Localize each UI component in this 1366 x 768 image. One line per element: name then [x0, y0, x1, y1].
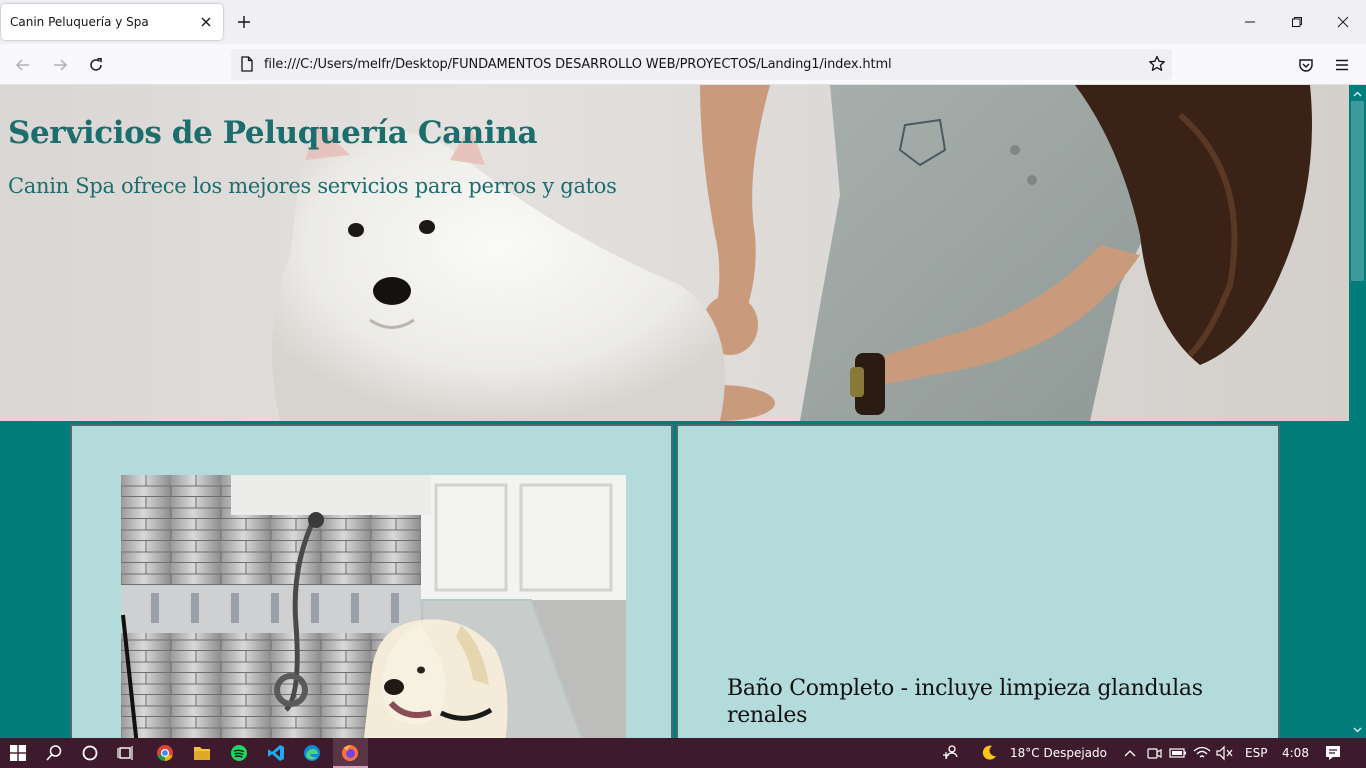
edge-icon[interactable]	[300, 741, 324, 765]
people-icon[interactable]	[938, 741, 962, 765]
page-icon	[240, 56, 254, 77]
spotify-icon[interactable]	[227, 741, 251, 765]
close-tab-icon[interactable]	[197, 13, 215, 31]
dog-bath-photo	[121, 475, 626, 738]
page-scrollbar[interactable]	[1349, 85, 1366, 738]
forward-icon[interactable]	[48, 53, 72, 77]
service-description: Baño Completo - incluye limpieza glandul…	[727, 676, 1203, 728]
hero-banner: Servicios de Peluquería Canina Canin Spa…	[0, 85, 1349, 421]
cortana-icon[interactable]	[78, 741, 102, 765]
close-window-icon[interactable]	[1331, 10, 1355, 34]
language-indicator[interactable]: ESP	[1245, 746, 1267, 760]
minimize-icon[interactable]	[1238, 10, 1262, 34]
restore-icon[interactable]	[1285, 10, 1309, 34]
moon-weather-icon	[977, 741, 1001, 765]
chrome-icon[interactable]	[153, 741, 177, 765]
firefox-icon[interactable]	[338, 741, 362, 765]
clock-time[interactable]: 4:08	[1282, 746, 1309, 760]
scroll-up-icon[interactable]	[1352, 88, 1363, 99]
battery-icon[interactable]	[1166, 741, 1190, 765]
vscode-icon[interactable]	[264, 741, 288, 765]
address-bar[interactable]: file:///C:/Users/melfr/Desktop/FUNDAMENT…	[231, 49, 1172, 80]
scrollbar-thumb[interactable]	[1351, 101, 1364, 281]
search-icon[interactable]	[42, 741, 66, 765]
volume-muted-icon[interactable]	[1213, 741, 1237, 765]
windows-taskbar: 18°C Despejado ESP 4:08	[0, 738, 1366, 768]
pocket-icon[interactable]	[1294, 53, 1318, 77]
weather-text[interactable]: 18°C Despejado	[1010, 746, 1107, 760]
bookmark-star-icon[interactable]	[1148, 55, 1166, 78]
back-icon[interactable]	[11, 53, 35, 77]
new-tab-icon[interactable]	[233, 11, 255, 33]
hero-title: Servicios de Peluquería Canina	[8, 115, 538, 151]
scroll-down-icon[interactable]	[1352, 724, 1363, 735]
reload-icon[interactable]	[84, 53, 108, 77]
notifications-icon[interactable]	[1321, 741, 1345, 765]
file-explorer-icon[interactable]	[190, 741, 214, 765]
meet-now-icon[interactable]	[1142, 741, 1166, 765]
wifi-icon[interactable]	[1190, 741, 1214, 765]
service-card-text: Baño Completo - incluye limpieza glandul…	[676, 424, 1280, 738]
url-text: file:///C:/Users/melfr/Desktop/FUNDAMENT…	[264, 57, 892, 72]
chevron-up-icon[interactable]	[1118, 741, 1142, 765]
page-viewport: Servicios de Peluquería Canina Canin Spa…	[0, 85, 1349, 738]
task-view-icon[interactable]	[114, 741, 138, 765]
service-card-image	[70, 424, 673, 738]
hero-subtitle: Canin Spa ofrece los mejores servicios p…	[8, 174, 617, 198]
tab-bar: Canin Peluquería y Spa	[0, 0, 1366, 44]
navigation-bar: file:///C:/Users/melfr/Desktop/FUNDAMENT…	[0, 44, 1366, 85]
windows-start-icon[interactable]	[6, 741, 30, 765]
tab-title: Canin Peluquería y Spa	[10, 15, 149, 29]
browser-tab[interactable]: Canin Peluquería y Spa	[1, 4, 223, 40]
menu-icon[interactable]	[1330, 53, 1354, 77]
